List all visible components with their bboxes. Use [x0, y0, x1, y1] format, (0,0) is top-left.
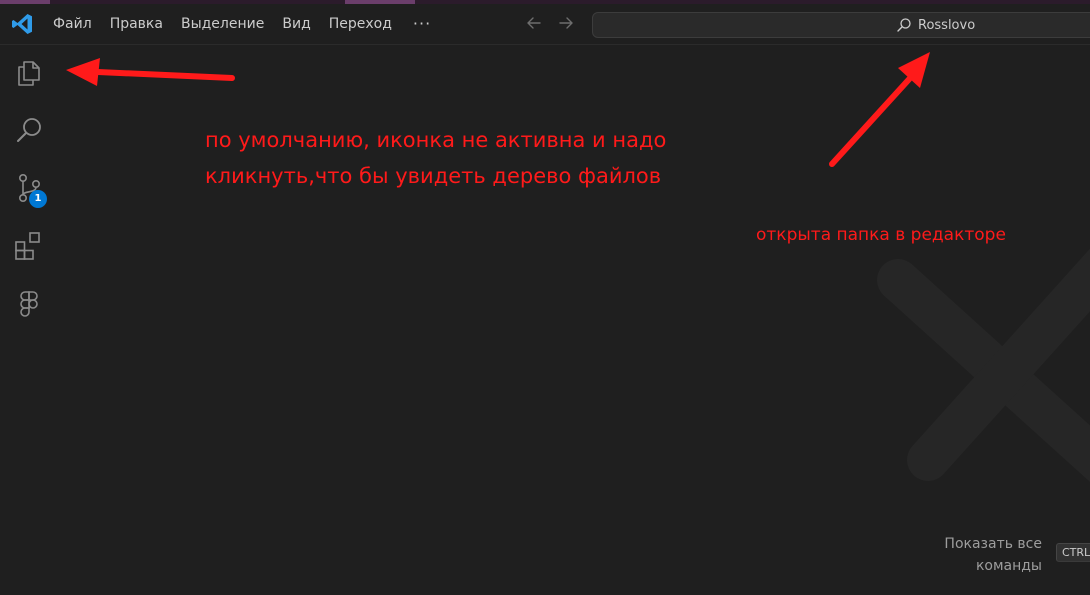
activity-bar: 1	[0, 45, 58, 595]
source-control-badge: 1	[29, 190, 47, 208]
menu-more-button[interactable]: ···	[401, 6, 443, 42]
vscode-window: Файл Правка Выделение Вид Переход ··· Ro…	[0, 0, 1090, 595]
command-center-label: Rosslovo	[918, 17, 976, 33]
command-center-content: Rosslovo	[896, 13, 975, 37]
vscode-watermark-icon	[877, 248, 1090, 483]
keyboard-key-ctrl: CTRL	[1056, 543, 1090, 562]
command-center[interactable]: Rosslovo	[592, 12, 1090, 38]
annotation-line: по умолчанию, иконка не активна и надо	[205, 128, 667, 152]
vscode-logo-icon	[12, 14, 32, 34]
navigation-arrows	[523, 12, 577, 34]
menu-item-file[interactable]: Файл	[44, 4, 101, 44]
extensions-icon[interactable]	[12, 229, 46, 263]
menu-item-edit[interactable]: Правка	[101, 4, 172, 44]
show-all-commands-hint: Показать все команды CTRL	[918, 533, 1090, 577]
search-icon	[897, 18, 911, 32]
menu-item-view[interactable]: Вид	[273, 4, 319, 44]
show-all-commands-label: Показать все команды	[944, 536, 1042, 574]
figma-icon[interactable]	[12, 287, 46, 321]
search-icon[interactable]	[12, 113, 46, 147]
menu-item-selection[interactable]: Выделение	[172, 4, 273, 44]
annotation-folder-note: открыта папка в редакторе	[756, 225, 1006, 245]
arrow-right-icon[interactable]	[555, 12, 577, 34]
explorer-icon[interactable]	[12, 55, 46, 89]
title-bar: Файл Правка Выделение Вид Переход ··· Ro…	[0, 4, 1090, 45]
menu-item-go[interactable]: Переход	[320, 4, 401, 44]
menu-bar: Файл Правка Выделение Вид Переход ···	[44, 4, 443, 44]
arrow-left-icon[interactable]	[523, 12, 545, 34]
annotation-explorer-note: по умолчанию, иконка не активна и надо к…	[205, 122, 666, 194]
annotation-line: кликнуть,что бы увидеть дерево файлов	[205, 164, 662, 188]
